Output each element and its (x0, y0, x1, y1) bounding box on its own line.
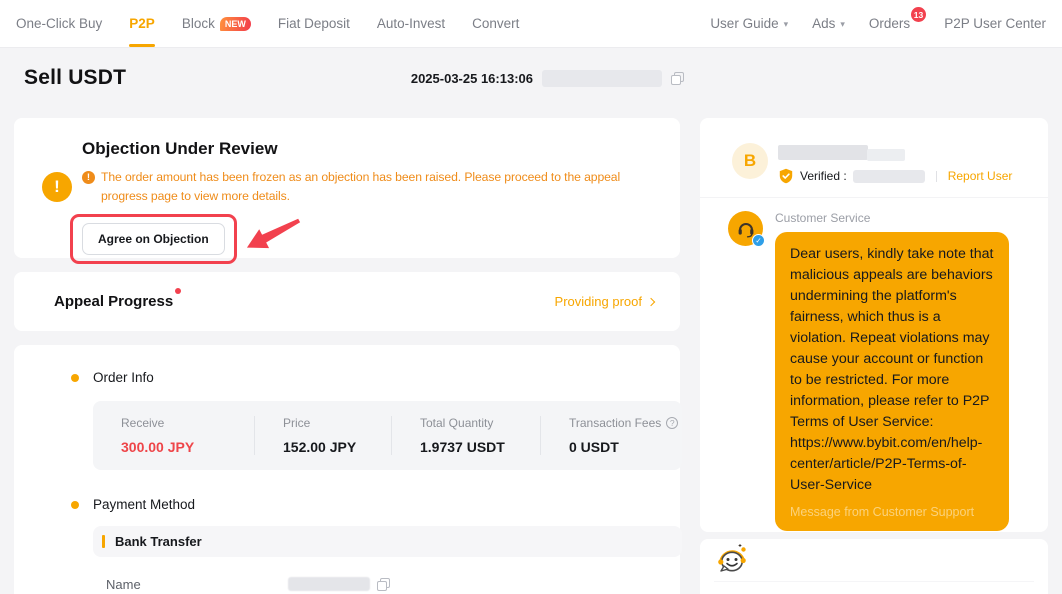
avatar[interactable]: B (732, 143, 768, 179)
payment-method-section-header: Payment Method (71, 497, 656, 512)
objection-actions: Agree on Objection (70, 214, 656, 264)
content-columns: ! Objection Under Review ! The order amo… (14, 118, 1048, 594)
price-value: 152.00 JPY (283, 439, 391, 455)
order-field-transaction-fees: Transaction Fees ? 0 USDT (540, 416, 682, 455)
message-text: Dear users, kindly take note that malici… (790, 244, 994, 496)
chatbot-card (700, 539, 1048, 594)
page-title: Sell USDT (24, 66, 126, 90)
counterparty-header: B Verified : (700, 118, 1048, 198)
order-info-section-header: Order Info (71, 370, 656, 385)
nav-right: User Guide ▾ Ads ▾ Orders 13 P2P User Ce… (710, 0, 1046, 47)
payment-method-title: Payment Method (93, 497, 195, 512)
agree-on-objection-button[interactable]: Agree on Objection (82, 223, 225, 255)
active-tab-underline (129, 44, 155, 47)
annotation-arrow-icon (245, 216, 303, 254)
nav-user-guide[interactable]: User Guide ▾ (710, 0, 788, 47)
chat-column: B Verified : (700, 118, 1048, 594)
payment-method-bar: Bank Transfer (93, 526, 682, 557)
help-icon[interactable]: ? (666, 417, 678, 429)
order-details-card: Order Info Receive 300.00 JPY Price 152.… (14, 345, 680, 594)
order-number-redacted (542, 70, 662, 87)
transaction-fees-value: 0 USDT (569, 439, 682, 455)
objection-warning: ! The order amount has been frozen as an… (82, 168, 656, 206)
order-field-receive: Receive 300.00 JPY (93, 416, 254, 455)
customer-service-message: Dear users, kindly take note that malici… (775, 232, 1009, 531)
order-column: ! Objection Under Review ! The order amo… (14, 118, 680, 594)
chevron-down-icon: ▾ (840, 19, 845, 30)
chat-messages: ✓ Customer Service Dear users, kindly ta… (700, 198, 1048, 531)
objection-warning-text: The order amount has been frozen as an o… (101, 168, 656, 206)
nav-one-click-buy[interactable]: One-Click Buy (16, 0, 102, 47)
order-field-total-quantity: Total Quantity 1.9737 USDT (391, 416, 540, 455)
headset-icon (736, 220, 756, 238)
payment-row-name: Name (106, 574, 656, 594)
new-badge: NEW (220, 17, 251, 31)
payment-method-name: Bank Transfer (115, 534, 202, 549)
counterparty-name-redacted (778, 145, 1012, 161)
nav-convert[interactable]: Convert (472, 0, 519, 47)
order-timestamp: 2025-03-25 16:13:06 (411, 71, 533, 86)
copy-icon[interactable] (377, 578, 390, 591)
copy-icon[interactable] (671, 72, 684, 85)
verified-id-redacted (853, 170, 925, 183)
nav-fiat-deposit[interactable]: Fiat Deposit (278, 0, 350, 47)
report-user-link[interactable]: Report User (948, 169, 1013, 183)
total-quantity-value: 1.9737 USDT (420, 439, 540, 455)
message-footer: Message from Customer Support (790, 505, 994, 519)
verified-badge-icon: ✓ (752, 234, 765, 247)
warning-icon: ! (42, 172, 72, 202)
nav-p2p[interactable]: P2P (129, 0, 155, 47)
page-header: Sell USDT 2025-03-25 16:13:06 (24, 66, 684, 90)
order-info-box: Receive 300.00 JPY Price 152.00 JPY Tota… (93, 401, 682, 470)
nav-block[interactable]: Block NEW (182, 0, 251, 47)
top-navigation: One-Click Buy P2P Block NEW Fiat Deposit… (0, 0, 1062, 48)
chatbot-icon[interactable] (714, 542, 750, 578)
notification-dot (175, 288, 181, 294)
nav-p2p-user-center[interactable]: P2P User Center (944, 0, 1046, 47)
method-accent-bar (102, 535, 105, 548)
chevron-down-icon: ▾ (784, 19, 789, 30)
appeal-progress-title: Appeal Progress (54, 293, 173, 310)
section-bullet-icon (71, 374, 79, 382)
chat-card: B Verified : (700, 118, 1048, 532)
nav-auto-invest[interactable]: Auto-Invest (377, 0, 445, 47)
order-meta: 2025-03-25 16:13:06 (411, 70, 684, 90)
chevron-right-icon (647, 298, 655, 306)
verified-row: Verified : Report User (778, 168, 1012, 184)
p2p-order-page: One-Click Buy P2P Block NEW Fiat Deposit… (0, 0, 1062, 594)
shield-check-icon (778, 168, 794, 184)
receive-value: 300.00 JPY (121, 439, 254, 455)
annotation-highlight-box: Agree on Objection (70, 214, 237, 264)
order-field-price: Price 152.00 JPY (254, 416, 391, 455)
name-redacted (288, 577, 370, 591)
appeal-progress-card: Appeal Progress Providing proof (14, 272, 680, 331)
customer-service-label: Customer Service (775, 211, 1009, 225)
warning-icon: ! (82, 171, 95, 184)
objection-card: ! Objection Under Review ! The order amo… (14, 118, 680, 258)
orders-count-badge: 13 (911, 7, 926, 22)
divider (936, 171, 937, 182)
order-info-title: Order Info (93, 370, 154, 385)
nav-orders[interactable]: Orders 13 (869, 0, 920, 47)
verified-label: Verified : (800, 169, 847, 183)
nav-ads[interactable]: Ads ▾ (812, 0, 845, 47)
objection-title: Objection Under Review (82, 139, 656, 159)
nav-left: One-Click Buy P2P Block NEW Fiat Deposit… (16, 0, 519, 47)
customer-service-avatar: ✓ (728, 211, 763, 246)
providing-proof-link[interactable]: Providing proof (555, 294, 654, 309)
section-bullet-icon (71, 501, 79, 509)
